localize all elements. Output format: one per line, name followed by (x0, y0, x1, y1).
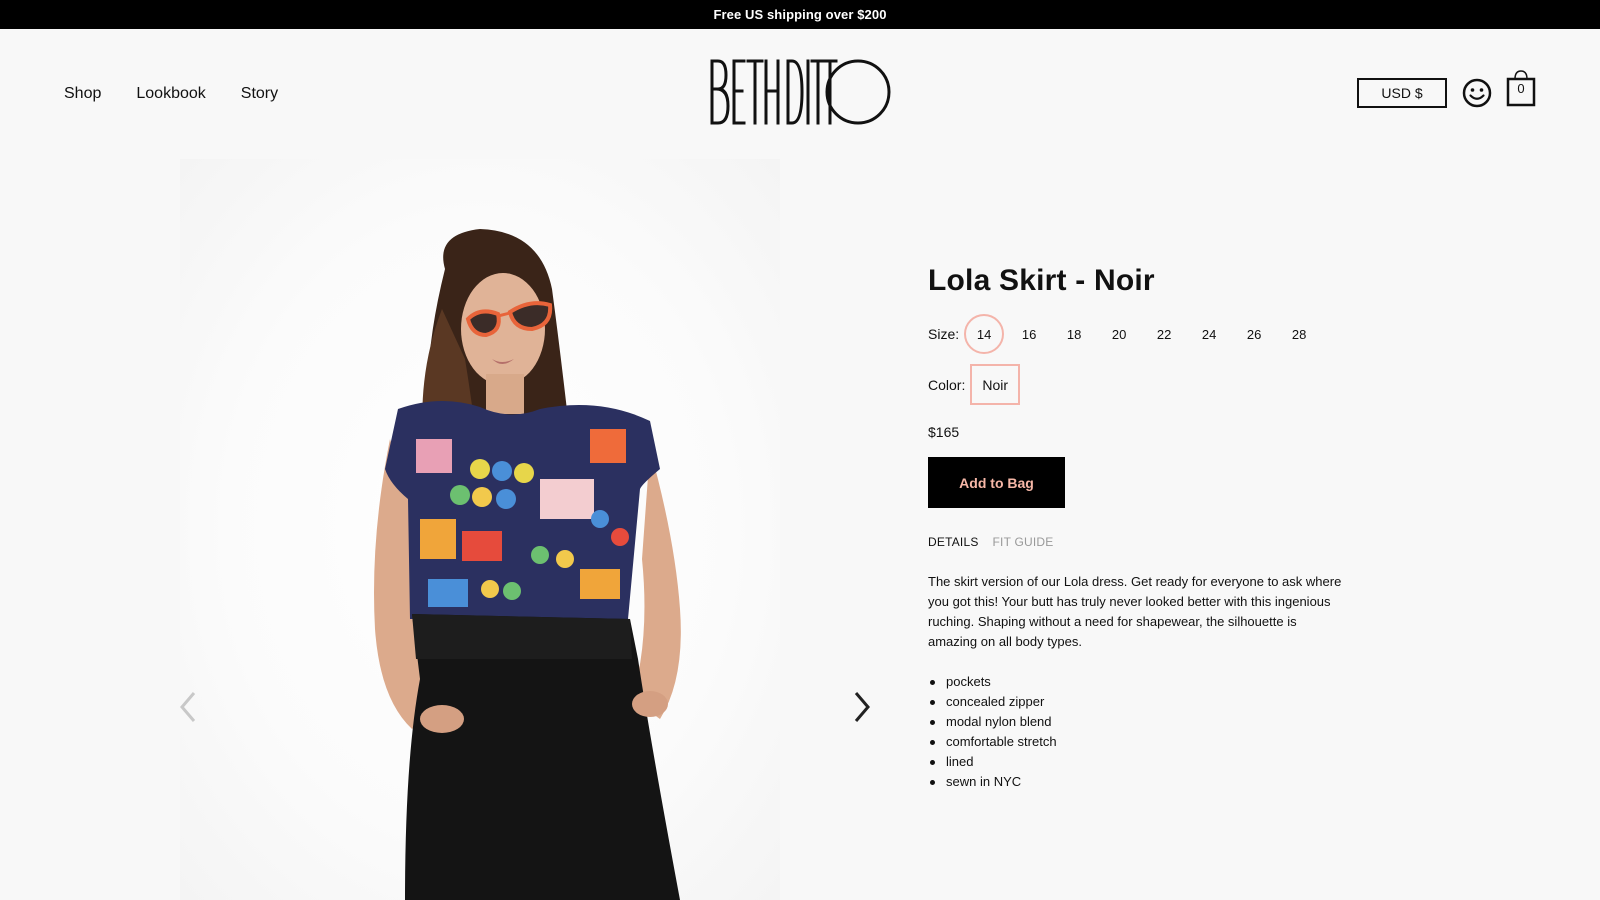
gallery-prev-button[interactable] (176, 689, 200, 725)
size-selector: Size: 14 16 18 20 22 24 26 28 (928, 314, 1319, 354)
size-option-20[interactable]: 20 (1099, 314, 1139, 354)
size-option-18[interactable]: 18 (1054, 314, 1094, 354)
color-selector: Color: Noir (928, 364, 1021, 405)
beth-ditto-logo (710, 59, 891, 125)
color-option-noir[interactable]: Noir (970, 364, 1021, 405)
tab-details[interactable]: DETAILS (928, 535, 979, 549)
shopping-bag-button[interactable]: 0 (1505, 69, 1537, 107)
size-label: Size: (928, 326, 960, 342)
size-option-14[interactable]: 14 (964, 314, 1005, 354)
currency-selector[interactable]: USD $ (1357, 78, 1447, 108)
product-gallery (0, 159, 900, 900)
chevron-left-icon (180, 692, 196, 722)
product-title: Lola Skirt - Noir (928, 264, 1155, 297)
list-item: pockets (928, 672, 1057, 692)
nav-lookbook[interactable]: Lookbook (136, 85, 205, 103)
bag-count: 0 (1517, 81, 1525, 96)
site-header: Shop Lookbook Story USD $ 0 (0, 29, 1600, 159)
gallery-next-button[interactable] (850, 689, 874, 725)
size-option-26[interactable]: 26 (1234, 314, 1274, 354)
detail-tabs: DETAILS FIT GUIDE (928, 535, 1053, 549)
list-item: sewn in NYC (928, 772, 1057, 792)
main-nav: Shop Lookbook Story (64, 85, 278, 103)
list-item: lined (928, 752, 1057, 772)
list-item: comfortable stretch (928, 732, 1057, 752)
account-button[interactable] (1462, 78, 1492, 108)
nav-story[interactable]: Story (241, 85, 278, 103)
brand-logo[interactable] (708, 55, 892, 131)
promo-text: Free US shipping over $200 (713, 7, 887, 22)
model-image (374, 229, 681, 900)
size-option-24[interactable]: 24 (1189, 314, 1229, 354)
product-price: $165 (928, 424, 960, 440)
size-option-16[interactable]: 16 (1009, 314, 1049, 354)
list-item: concealed zipper (928, 692, 1057, 712)
size-option-28[interactable]: 28 (1279, 314, 1319, 354)
currency-label: USD $ (1381, 85, 1423, 101)
promo-bar: Free US shipping over $200 (0, 0, 1600, 29)
nav-shop[interactable]: Shop (64, 85, 101, 103)
product-photo (180, 159, 780, 900)
size-option-22[interactable]: 22 (1144, 314, 1184, 354)
color-label: Color: (928, 376, 966, 393)
list-item: modal nylon blend (928, 712, 1057, 732)
add-to-bag-button[interactable]: Add to Bag (928, 457, 1065, 508)
smiley-account-icon (1462, 78, 1492, 108)
feature-list: pockets concealed zipper modal nylon ble… (928, 672, 1057, 792)
tab-fit-guide[interactable]: FIT GUIDE (993, 535, 1054, 549)
chevron-right-icon (854, 692, 870, 722)
product-description: The skirt version of our Lola dress. Get… (928, 574, 1342, 649)
